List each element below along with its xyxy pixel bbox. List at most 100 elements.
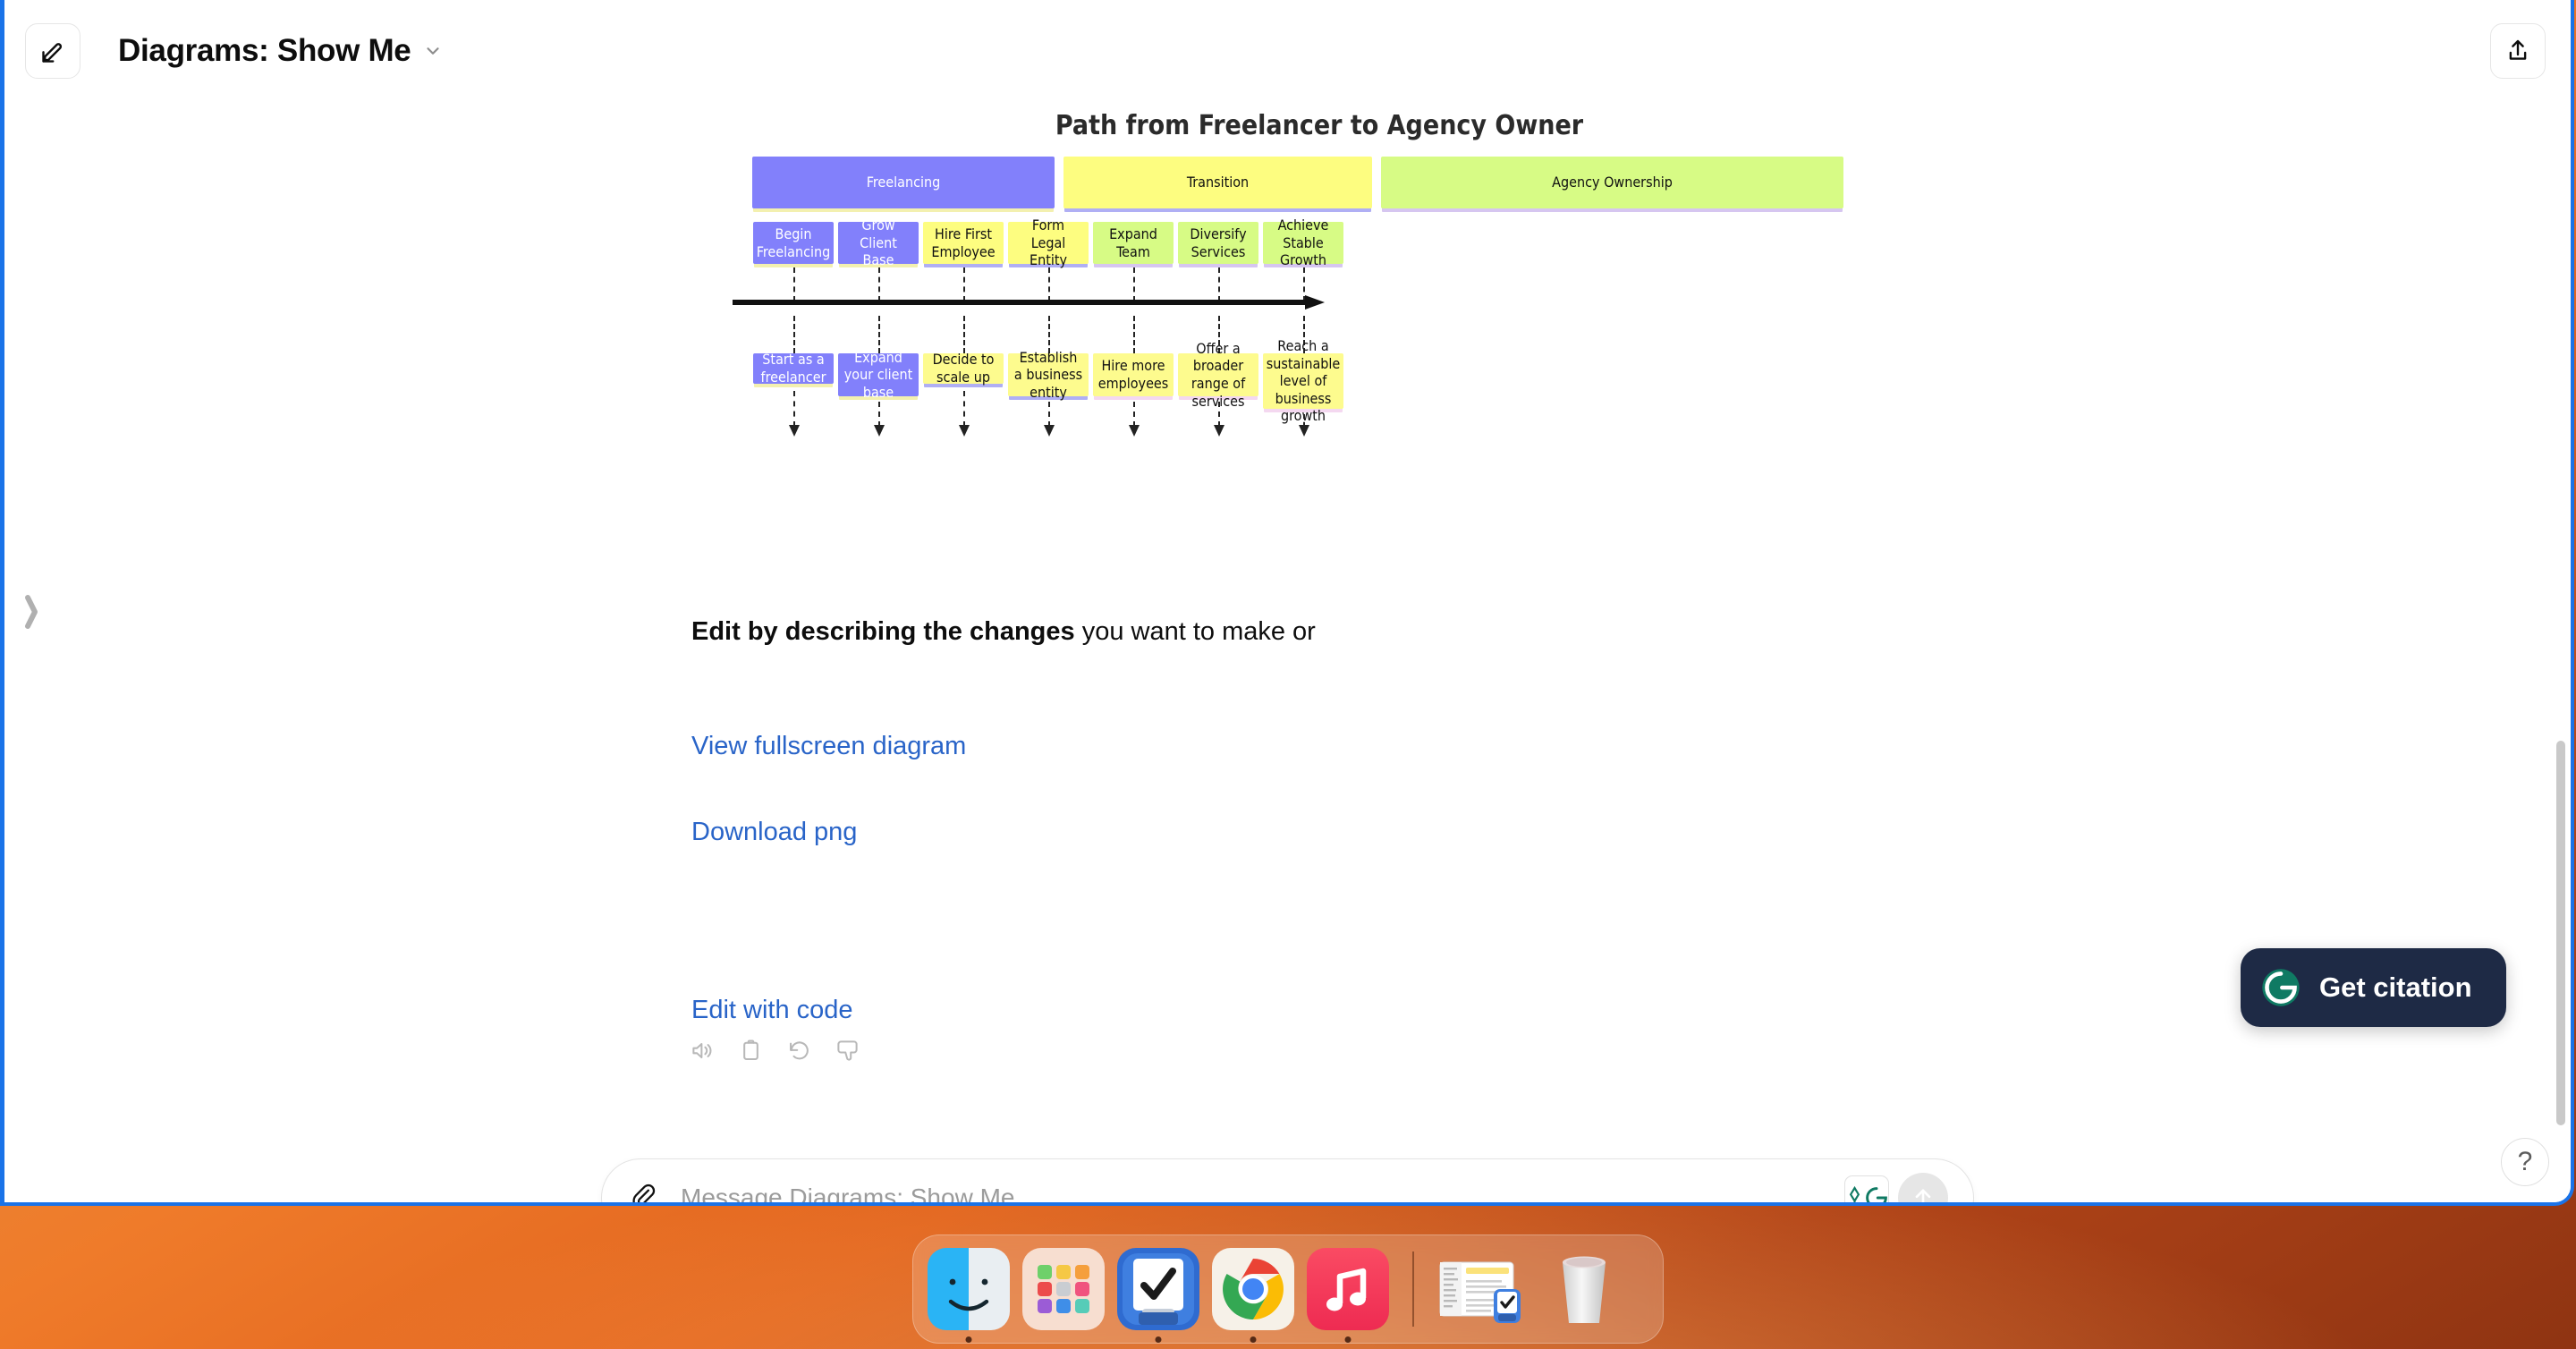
view-fullscreen-diagram-link[interactable]: View fullscreen diagram xyxy=(691,732,966,761)
running-indicator xyxy=(965,1336,972,1343)
get-citation-button[interactable]: Get citation xyxy=(2241,948,2506,1027)
share-upload-icon xyxy=(2509,39,2527,60)
music-icon xyxy=(1307,1248,1389,1330)
copy-icon[interactable] xyxy=(739,1039,763,1063)
grammarly-g-icon xyxy=(1865,1187,1887,1202)
dock-item-trash[interactable] xyxy=(1543,1248,1625,1330)
macos-dock xyxy=(912,1234,1664,1344)
milestone-label: Expand Team xyxy=(1109,225,1157,260)
event-box: Expand your client base xyxy=(838,349,919,401)
milestone-box: Grow Client Base xyxy=(838,216,919,268)
phase-band-freelancing: Freelancing xyxy=(752,157,1055,208)
terminal-connector xyxy=(1048,402,1050,427)
share-button[interactable] xyxy=(2490,22,2546,79)
browser-window: Diagrams: Show Me Path from Freelancer t… xyxy=(0,0,2574,1206)
terminal-connector xyxy=(793,391,795,427)
new-chat-button[interactable] xyxy=(25,22,80,79)
dock-item-music[interactable] xyxy=(1307,1248,1389,1343)
chevron-right-icon xyxy=(25,595,38,629)
running-indicator xyxy=(1250,1336,1257,1343)
app-header: Diagrams: Show Me xyxy=(0,0,2571,101)
terminal-connector xyxy=(1133,402,1135,427)
sidebar-toggle-button[interactable] xyxy=(20,589,43,635)
download-png-link[interactable]: Download png xyxy=(691,818,857,847)
dock-item-things[interactable] xyxy=(1117,1248,1199,1343)
send-arrow-up-icon xyxy=(1915,1189,1931,1202)
event-label: Expand your client base xyxy=(843,348,913,401)
milestone-box: Diversify Services xyxy=(1178,222,1258,264)
terminal-arrowhead xyxy=(1299,425,1309,437)
dock-divider xyxy=(1412,1251,1414,1327)
event-label: Offer a broader range of services xyxy=(1191,339,1246,410)
edit-instructions-text: Edit by describing the changes you want … xyxy=(691,617,1316,647)
milestone-box: Hire First Employee xyxy=(923,222,1004,264)
google-chrome-icon xyxy=(1212,1248,1294,1330)
vertical-scrollbar[interactable] xyxy=(2556,741,2565,1125)
document-window-icon xyxy=(1439,1261,1521,1323)
attach-file-button[interactable] xyxy=(629,1182,657,1202)
edit-instructions-rest: you want to make or xyxy=(1074,617,1316,646)
terminal-arrowhead xyxy=(959,425,970,437)
chat-title-menu[interactable]: Diagrams: Show Me xyxy=(118,33,443,69)
compose-icon xyxy=(42,42,63,63)
connector-line xyxy=(963,316,965,353)
message-input[interactable] xyxy=(681,1184,1844,1202)
dock-item-launchpad[interactable] xyxy=(1022,1248,1105,1330)
edit-with-code-link[interactable]: Edit with code xyxy=(691,996,853,1025)
phase-label: Transition xyxy=(1186,174,1250,191)
running-indicator xyxy=(1344,1336,1352,1343)
phase-band-agency-ownership: Agency Ownership xyxy=(1381,157,1843,208)
message-composer[interactable] xyxy=(601,1158,1974,1202)
trash-icon xyxy=(1562,1256,1606,1323)
regenerate-icon[interactable] xyxy=(787,1039,811,1063)
timeline-diagram[interactable]: Path from Freelancer to Agency Owner Fre… xyxy=(693,101,1945,566)
dock-item-chrome[interactable] xyxy=(1212,1248,1294,1343)
grammarly-button[interactable] xyxy=(1844,1175,1889,1202)
thumbs-down-icon[interactable] xyxy=(835,1039,860,1063)
phase-band-transition: Transition xyxy=(1063,157,1372,208)
phase-label: Freelancing xyxy=(866,174,941,191)
phase-label: Agency Ownership xyxy=(1552,174,1673,191)
milestone-box: Achieve Stable Growth xyxy=(1263,216,1343,268)
grammarly-pen-icon xyxy=(1849,1185,1860,1202)
terminal-arrowhead xyxy=(1044,425,1055,437)
page-title: Diagrams: Show Me xyxy=(118,32,411,68)
terminal-connector xyxy=(878,402,880,427)
connector-line xyxy=(793,316,795,353)
event-label: Establish a business entity xyxy=(1013,348,1083,401)
scite-g-icon xyxy=(2262,969,2300,1006)
send-button[interactable] xyxy=(1898,1173,1948,1202)
window-focus-border xyxy=(0,0,4,1206)
dock-item-minimized-document[interactable] xyxy=(1437,1248,1530,1330)
milestone-label: Hire First Employee xyxy=(931,225,996,260)
paperclip-icon xyxy=(632,1184,656,1202)
event-label: Start as a freelancer xyxy=(760,351,826,386)
milestone-box: Expand Team xyxy=(1093,222,1174,264)
event-box: Offer a broader range of services xyxy=(1178,340,1258,410)
event-label: Hire more employees xyxy=(1097,357,1169,392)
event-box: Decide to scale up xyxy=(923,351,1004,386)
event-label: Decide to scale up xyxy=(932,351,995,386)
chevron-down-icon xyxy=(427,47,440,55)
finder-icon xyxy=(928,1248,1010,1330)
milestone-label: Grow Client Base xyxy=(860,216,897,269)
event-box: Start as a freelancer xyxy=(753,351,834,386)
terminal-arrowhead xyxy=(789,425,800,437)
terminal-arrowhead xyxy=(1129,425,1140,437)
milestone-label: Form Legal Entity xyxy=(1029,216,1067,269)
things-todo-icon xyxy=(1117,1248,1199,1330)
terminal-arrowhead xyxy=(1214,425,1224,437)
event-box: Hire more employees xyxy=(1093,353,1174,396)
read-aloud-icon[interactable] xyxy=(691,1039,715,1063)
dock-item-finder[interactable] xyxy=(928,1248,1010,1343)
help-button[interactable]: ? xyxy=(2501,1138,2549,1186)
terminal-arrowhead xyxy=(874,425,885,437)
conversation-scroll-area: Path from Freelancer to Agency Owner Fre… xyxy=(0,101,2571,1202)
event-label: Reach a sustainable level of business gr… xyxy=(1266,337,1341,425)
running-indicator xyxy=(1155,1336,1162,1343)
terminal-connector xyxy=(1218,402,1220,427)
connector-line xyxy=(1048,316,1050,353)
milestone-label: Diversify Services xyxy=(1190,225,1247,260)
milestone-label: Achieve Stable Growth xyxy=(1277,216,1329,269)
get-citation-label: Get citation xyxy=(2319,971,2472,1003)
